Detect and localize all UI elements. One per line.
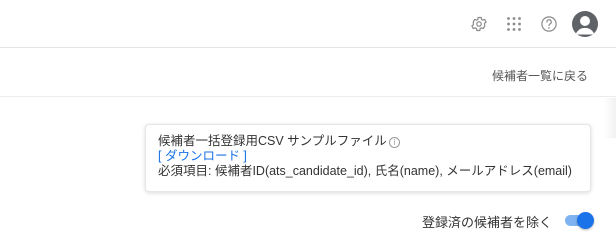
back-to-candidates-link[interactable]: 候補者一覧に戻る: [492, 67, 588, 84]
exclude-registered-toggle[interactable]: [563, 211, 595, 229]
download-link[interactable]: [ ダウンロード ]: [158, 149, 247, 163]
info-icon[interactable]: i: [388, 137, 400, 148]
card-title: 候補者一括登録用CSV サンプルファイル: [158, 134, 387, 148]
account-avatar[interactable]: [572, 11, 598, 37]
content-edge-shadow: [604, 98, 616, 138]
csv-sample-card: 候補者一括登録用CSV サンプルファイル i [ ダウンロード ] 必須項目: 候…: [145, 124, 591, 192]
help-icon[interactable]: [537, 12, 561, 36]
required-fields-text: 必須項目: 候補者ID(ats_candidate_id), 氏名(name),…: [158, 164, 572, 178]
card-title-row: 候補者一括登録用CSV サンプルファイル i: [158, 134, 590, 149]
card-download-row: [ ダウンロード ]: [158, 149, 590, 164]
top-header: [0, 0, 616, 48]
gear-icon[interactable]: [467, 12, 491, 36]
page: 候補者一覧に戻る 候補者一括登録用CSV サンプルファイル i [ ダウンロード …: [0, 0, 616, 251]
person-icon: [575, 16, 595, 35]
exclude-registered-label: 登録済の候補者を除く: [421, 215, 552, 230]
apps-grid-icon[interactable]: [502, 12, 526, 36]
toggle-knob: [577, 212, 594, 229]
sub-header: 候補者一覧に戻る: [0, 49, 616, 97]
